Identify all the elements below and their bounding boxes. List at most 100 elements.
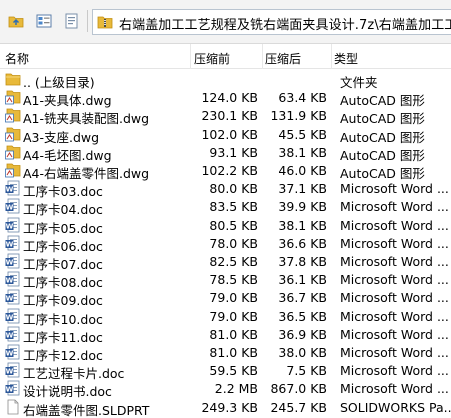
word-doc-icon: W xyxy=(5,308,21,324)
file-row[interactable]: W 工艺过程卡片.doc 59.5 KB 7.5 KB Microsoft Word .… xyxy=(0,361,451,381)
column-header: 名称 压缩前 压缩后 类型 xyxy=(0,44,451,69)
dwg-file-icon xyxy=(5,162,21,178)
info-button[interactable] xyxy=(60,8,82,32)
word-doc-icon: W xyxy=(5,326,21,342)
word-doc-icon: W xyxy=(5,180,21,196)
file-type: Microsoft Word ... xyxy=(340,254,449,269)
file-row[interactable]: A4-毛坯图.dwg 93.1 KB 38.1 KB AutoCAD 图形 xyxy=(0,143,451,163)
file-row[interactable]: W 工序卡03.doc 80.0 KB 37.1 KB Microsoft Word .… xyxy=(0,179,451,199)
file-packed-size: 38.1 KB xyxy=(278,144,327,160)
file-size: 102.2 KB xyxy=(201,163,258,178)
file-size: 230.1 KB xyxy=(201,108,258,124)
file-packed-size: 7.5 KB xyxy=(286,363,327,379)
file-size: 78.0 KB xyxy=(209,235,258,251)
file-packed-size: 37.8 KB xyxy=(278,254,327,269)
parent-folder-icon xyxy=(5,71,21,87)
address-bar[interactable]: 右端盖加工工艺规程及铣右端面夹具设计.7z\右端盖加工工艺规程 xyxy=(92,9,451,35)
column-packed-size[interactable]: 压缩后 xyxy=(265,50,301,67)
word-doc-icon: W xyxy=(5,271,21,287)
file-row[interactable]: W 工序卡05.doc 80.5 KB 38.1 KB Microsoft Word .… xyxy=(0,216,451,236)
file-name: 右端盖零件图.SLDPRT xyxy=(23,402,150,418)
svg-text:W: W xyxy=(6,331,14,339)
file-type: Microsoft Word ... xyxy=(340,363,449,379)
toolbar-separator xyxy=(87,10,88,32)
file-size: 124.0 KB xyxy=(201,90,258,106)
file-packed-size: 46.0 KB xyxy=(278,163,327,178)
file-packed-size: 245.7 KB xyxy=(270,399,327,415)
file-row[interactable]: W 工序卡04.doc 83.5 KB 39.9 KB Microsoft Word .… xyxy=(0,197,451,217)
file-type: Microsoft Word ... xyxy=(340,235,449,251)
word-doc-icon: W xyxy=(5,217,21,233)
column-name[interactable]: 名称 xyxy=(5,50,29,67)
file-size: 93.1 KB xyxy=(209,144,258,160)
word-doc-icon: W xyxy=(5,289,21,305)
file-size: 80.5 KB xyxy=(209,217,258,233)
file-packed-size: 36.7 KB xyxy=(278,290,327,306)
file-row[interactable]: A3-支座.dwg 102.0 KB 45.5 KB AutoCAD 图形 xyxy=(0,125,451,145)
file-row[interactable]: W 工序卡09.doc 79.0 KB 36.7 KB Microsoft Word .… xyxy=(0,288,451,308)
word-doc-icon: W xyxy=(5,198,21,214)
svg-text:W: W xyxy=(6,295,14,303)
file-row[interactable]: A4-右端盖零件图.dwg 102.2 KB 46.0 KB AutoCAD 图形 xyxy=(0,161,451,181)
dwg-file-icon xyxy=(5,89,21,105)
file-type: Microsoft Word ... xyxy=(340,345,449,360)
file-row[interactable]: W 工序卡08.doc 78.5 KB 36.1 KB Microsoft Word .… xyxy=(0,270,451,290)
column-size[interactable]: 压缩前 xyxy=(194,50,230,67)
file-size: 102.0 KB xyxy=(201,126,258,142)
file-size: 80.0 KB xyxy=(209,181,258,197)
file-type: Microsoft Word ... xyxy=(340,181,449,197)
svg-text:W: W xyxy=(6,368,14,376)
svg-text:W: W xyxy=(6,259,14,267)
file-row[interactable]: W 工序卡12.doc 81.0 KB 38.0 KB Microsoft Word .… xyxy=(0,343,451,363)
file-row[interactable]: W 工序卡10.doc 79.0 KB 36.5 KB Microsoft Word .… xyxy=(0,307,451,327)
column-divider[interactable] xyxy=(190,44,191,69)
svg-text:W: W xyxy=(6,350,14,358)
svg-text:W: W xyxy=(6,313,14,321)
file-type: Microsoft Word ... xyxy=(340,308,449,324)
file-row[interactable]: W 工序卡11.doc 81.0 KB 36.9 KB Microsoft Word .… xyxy=(0,325,451,345)
file-size: 78.5 KB xyxy=(209,272,258,288)
view-button[interactable] xyxy=(32,8,54,32)
dwg-file-icon xyxy=(5,126,21,142)
address-path: 右端盖加工工艺规程及铣右端面夹具设计.7z\右端盖加工工艺规程 xyxy=(119,18,451,33)
column-type[interactable]: 类型 xyxy=(334,50,358,67)
view-icon xyxy=(36,14,52,28)
svg-text:W: W xyxy=(6,186,14,194)
generic-file-icon xyxy=(5,399,21,415)
file-type: Microsoft Word ... xyxy=(340,272,449,288)
file-packed-size: 867.0 KB xyxy=(270,381,327,397)
file-packed-size: 36.9 KB xyxy=(278,326,327,342)
file-size: 249.3 KB xyxy=(201,399,258,415)
file-row[interactable]: .. (上级目录) 文件夹 xyxy=(0,70,451,90)
word-doc-icon: W xyxy=(5,380,21,396)
file-row[interactable]: 右端盖零件图.SLDPRT 249.3 KB 245.7 KB SOLIDWORKS … xyxy=(0,398,451,418)
file-row[interactable]: A1-夹具体.dwg 124.0 KB 63.4 KB AutoCAD 图形 xyxy=(0,88,451,108)
toolbar: 右端盖加工工艺规程及铣右端面夹具设计.7z\右端盖加工工艺规程 xyxy=(0,0,451,44)
file-type: Microsoft Word ... xyxy=(340,381,449,397)
file-size: 82.5 KB xyxy=(209,254,258,269)
file-row[interactable]: W 工序卡07.doc 82.5 KB 37.8 KB Microsoft Word .… xyxy=(0,252,451,272)
file-row[interactable]: W 工序卡06.doc 78.0 KB 36.6 KB Microsoft Word .… xyxy=(0,234,451,254)
file-type: Microsoft Word ... xyxy=(340,217,449,233)
file-row[interactable]: A1-铣夹具装配图.dwg 230.1 KB 131.9 KB AutoCAD 图形 xyxy=(0,106,451,126)
file-size: 2.2 MB xyxy=(214,381,258,397)
word-doc-icon: W xyxy=(5,253,21,269)
file-packed-size: 36.6 KB xyxy=(278,235,327,251)
file-row[interactable]: W 设计说明书.doc 2.2 MB 867.0 KB Microsoft Word .… xyxy=(0,379,451,399)
column-divider[interactable] xyxy=(262,44,263,69)
folder-up-icon xyxy=(8,16,24,28)
file-type: Microsoft Word ... xyxy=(340,199,449,215)
file-size: 83.5 KB xyxy=(209,199,258,215)
file-packed-size: 36.5 KB xyxy=(278,308,327,324)
folder-up-button[interactable] xyxy=(4,8,26,32)
file-type: Microsoft Word ... xyxy=(340,326,449,342)
word-doc-icon: W xyxy=(5,362,21,378)
file-size: 59.5 KB xyxy=(209,363,258,379)
file-size: 81.0 KB xyxy=(209,326,258,342)
svg-text:W: W xyxy=(6,277,14,285)
file-type: Microsoft Word ... xyxy=(340,290,449,306)
svg-text:W: W xyxy=(6,386,14,394)
info-icon xyxy=(65,13,78,29)
file-type: SOLIDWORKS Pa... xyxy=(340,399,451,415)
column-divider[interactable] xyxy=(331,44,332,69)
